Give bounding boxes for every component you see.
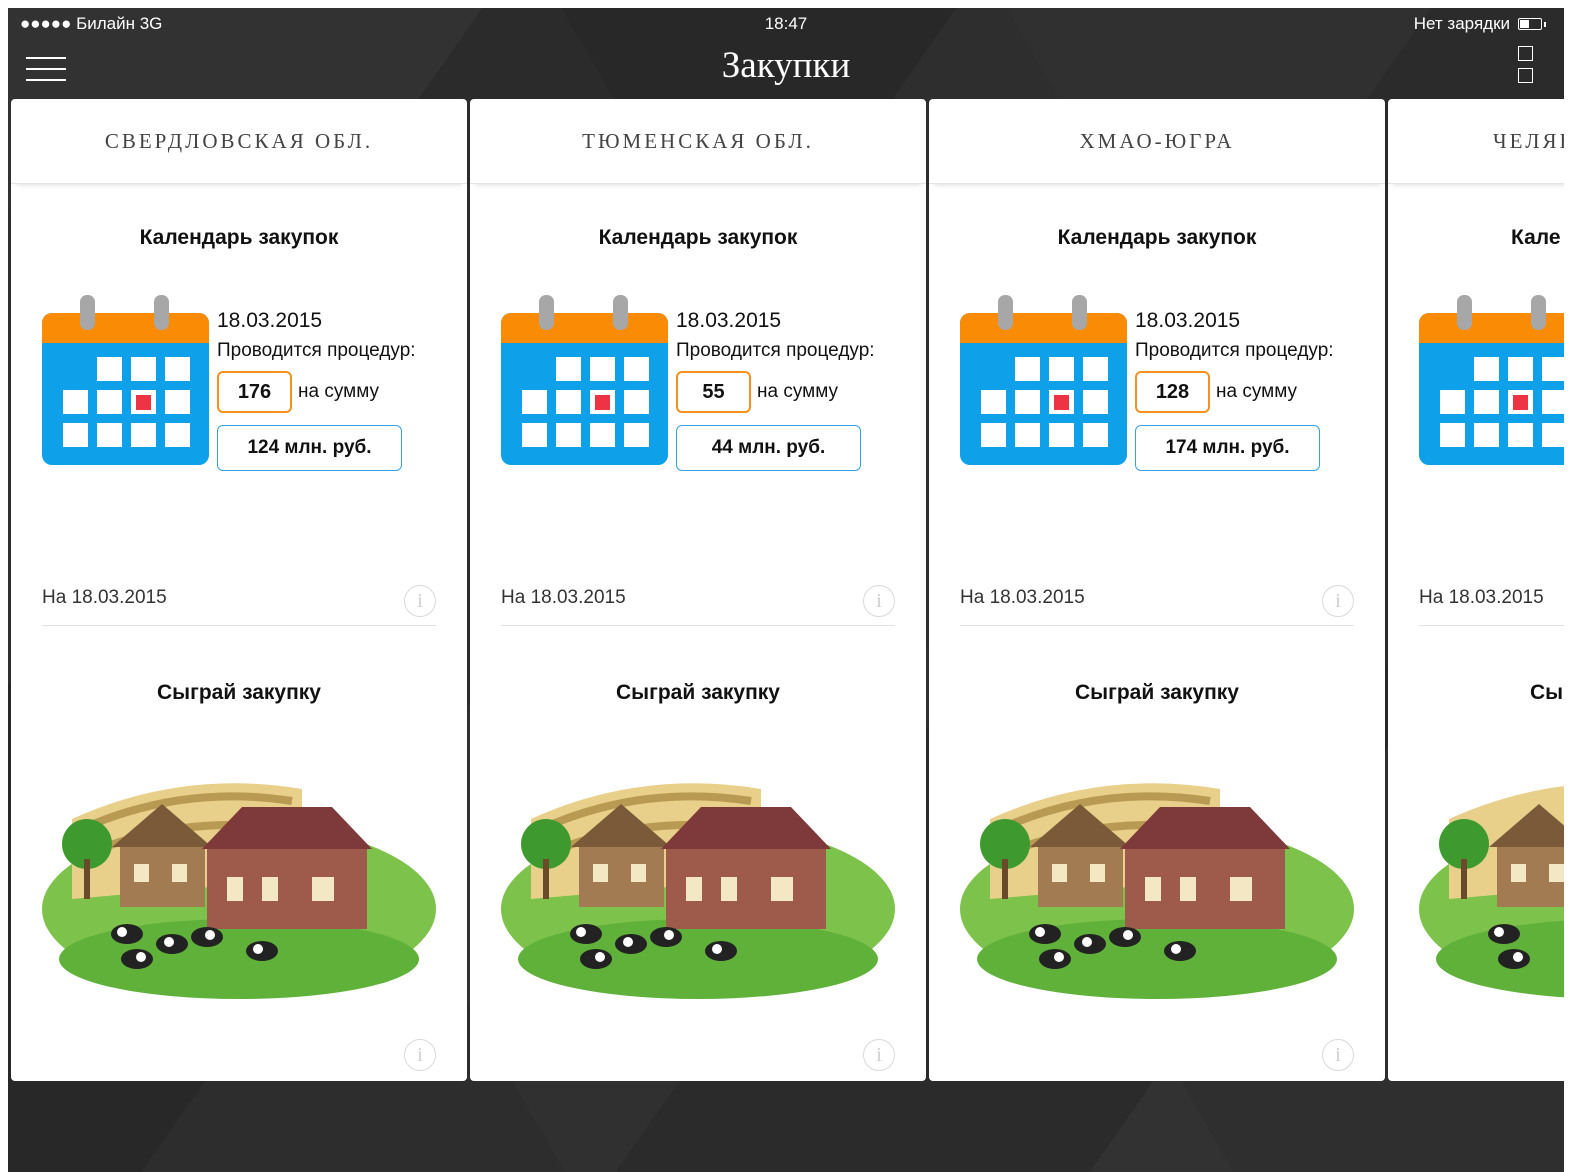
calendar-date: 18.03.2015 [676, 309, 782, 332]
village-illustration [960, 783, 1354, 999]
village-illustration [501, 783, 895, 999]
calendar-date: 18.03.2015 [217, 309, 323, 332]
region-name: ТЮМЕНСКАЯ ОБЛ. [470, 99, 926, 184]
game-title: Сыграй закупку [156, 681, 321, 704]
sum-label: на сумму [298, 381, 379, 402]
divider [501, 625, 895, 626]
nav-bar: Закупки [8, 40, 1564, 98]
procedures-sum: 124 млн. руб. [217, 425, 402, 471]
battery-label: Нет зарядки [1413, 14, 1510, 33]
page-title: Закупки [721, 45, 851, 86]
calendar-icon [1419, 295, 1564, 465]
village-illustration [1419, 786, 1564, 998]
sum-label: на сумму [1216, 381, 1297, 402]
procedures-sum: 44 млн. руб. [676, 425, 861, 471]
calendar-info: 18.03.2015 Проводится процедур: 176 на с… [217, 309, 457, 471]
region-name: ЧЕЛЯБ [1388, 99, 1564, 184]
procedures-count: 128 [1135, 371, 1210, 413]
as-of-date: На 18.03.2015 [42, 587, 167, 608]
divider [1419, 625, 1564, 626]
battery-status: Нет зарядки [1413, 14, 1546, 34]
calendar-title: Кале [1511, 226, 1561, 249]
divider [42, 625, 436, 626]
info-icon[interactable]: i [404, 585, 436, 617]
game-title: Сыграй закупку [1074, 681, 1239, 704]
as-of-date: На 18.03.2015 [960, 587, 1085, 608]
calendar-icon [501, 295, 668, 465]
region-name: СВЕРДЛОВСКАЯ ОБЛ. [11, 99, 467, 184]
app-screen: ●●●●● Билайн 3G 18:47 Нет зарядки Закупк… [8, 8, 1564, 1172]
calendar-info: 18.03.2015 Проводится процедур: 55 на су… [676, 309, 916, 471]
procedures-count: 176 [217, 371, 292, 413]
calendar-date: 18.03.2015 [1135, 309, 1241, 332]
calendar-title: Календарь закупок [139, 226, 339, 249]
calendar-icon [42, 295, 209, 465]
region-card[interactable]: СВЕРДЛОВСКАЯ ОБЛ. Календарь закупок 18.0… [11, 99, 467, 1081]
procedures-sum: 174 млн. руб. [1135, 425, 1320, 471]
grid-view-icon[interactable] [1518, 46, 1534, 90]
game-title: Сыграй закупку [615, 681, 780, 704]
battery-icon [1518, 18, 1546, 30]
region-name: ХМАО-ЮГРА [929, 99, 1385, 184]
region-card[interactable]: ЧЕЛЯБ Кале На 18.03.2015 Сы [1388, 99, 1564, 1081]
as-of-date: На 18.03.2015 [501, 587, 626, 608]
info-icon[interactable]: i [1322, 1039, 1354, 1071]
calendar-title: Календарь закупок [598, 226, 798, 249]
procedures-count: 55 [676, 371, 751, 413]
village-illustration [42, 783, 436, 999]
procedures-label: Проводится процедур: [217, 340, 416, 361]
info-icon[interactable]: i [404, 1039, 436, 1071]
status-time: 18:47 [764, 14, 808, 33]
calendar-title: Календарь закупок [1057, 226, 1257, 249]
game-title: Сы [1530, 681, 1564, 704]
status-bar: ●●●●● Билайн 3G 18:47 Нет зарядки [8, 8, 1564, 40]
sum-label: на сумму [757, 381, 838, 402]
info-icon[interactable]: i [1322, 585, 1354, 617]
region-card[interactable]: ТЮМЕНСКАЯ ОБЛ. Календарь закупок 18.03.2… [470, 99, 926, 1081]
as-of-date: На 18.03.2015 [1419, 587, 1544, 608]
info-icon[interactable]: i [863, 1039, 895, 1071]
region-card[interactable]: ХМАО-ЮГРА Календарь закупок 18.03.2015 П… [929, 99, 1385, 1081]
procedures-label: Проводится процедур: [676, 340, 875, 361]
procedures-label: Проводится процедур: [1135, 340, 1334, 361]
info-icon[interactable]: i [863, 585, 895, 617]
calendar-icon [960, 295, 1127, 465]
divider [960, 625, 1354, 626]
calendar-info: 18.03.2015 Проводится процедур: 128 на с… [1135, 309, 1375, 471]
